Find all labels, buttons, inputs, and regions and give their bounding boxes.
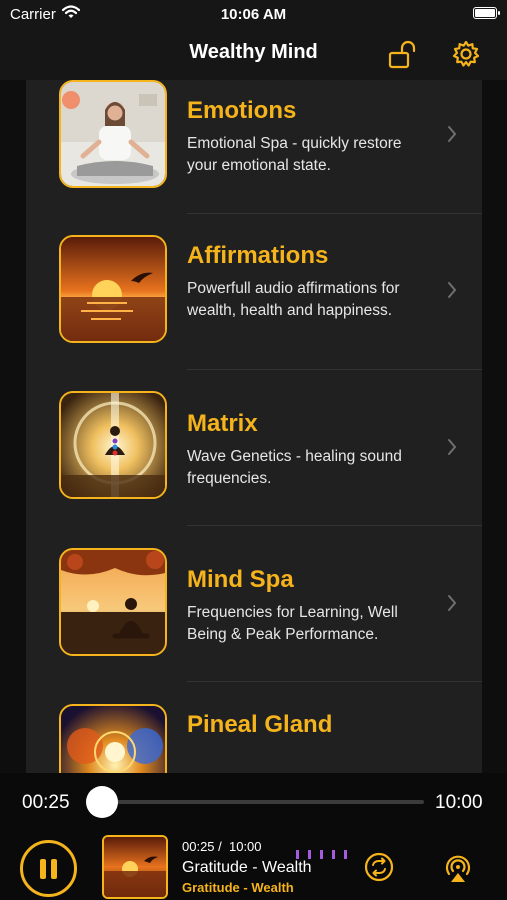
chevron-right-icon [448,126,457,142]
pause-button[interactable] [20,840,77,897]
pineal-gland-thumbnail [59,704,167,773]
mind-spa-thumbnail [59,548,167,656]
gear-icon[interactable] [450,38,482,70]
chevron-right-icon [448,595,457,611]
status-bar: Carrier 10:06 AM [0,0,507,30]
elapsed-time: 00:25 [22,792,70,813]
audio-player: 00:25 10:00 00:25 / 10:00 Gratitude - We… [0,773,507,900]
item-title: Emotions [187,97,297,124]
item-description: Frequencies for Learning, Well Being & P… [187,604,398,643]
item-description: Wave Genetics - healing sound frequencie… [187,448,402,487]
item-title: Mind Spa [187,566,294,593]
pause-icon [40,859,46,879]
total-time: 10:00 [435,792,483,813]
list-item-pineal-gland[interactable]: Pineal Gland [26,682,482,773]
list-item-matrix[interactable]: Matrix Wave Genetics - healing sound fre… [26,370,482,526]
navigation-bar: Wealthy Mind [0,30,507,80]
affirmations-thumbnail [59,235,167,343]
list-item-emotions[interactable]: Emotions Emotional Spa - quickly restore… [26,80,482,214]
category-list[interactable]: Emotions Emotional Spa - quickly restore… [26,80,482,773]
now-playing-title: Gratitude - Wealth [182,859,312,876]
item-title: Pineal Gland [187,711,333,738]
item-description: Powerfull audio affirmations for wealth,… [187,280,400,319]
matrix-thumbnail [59,391,167,499]
list-item-affirmations[interactable]: Affirmations Powerfull audio affirmation… [26,214,482,370]
status-time: 10:06 AM [220,6,287,23]
chevron-right-icon [448,439,457,455]
item-description: Emotional Spa - quickly restore your emo… [187,135,402,174]
now-playing-time: 00:25 / 10:00 [182,839,262,854]
progress-track[interactable] [88,800,424,804]
chevron-right-icon [448,282,457,298]
pause-icon-bar [51,859,57,879]
item-title: Affirmations [187,242,329,269]
item-title: Matrix [187,410,258,437]
now-playing-artwork[interactable] [102,835,168,899]
list-item-mind-spa[interactable]: Mind Spa Frequencies for Learning, Well … [26,526,482,682]
progress-slider-thumb[interactable] [86,786,119,818]
now-playing-subtitle: Gratitude - Wealth [182,880,294,895]
page-title: Wealthy Mind [189,41,318,63]
airplay-icon[interactable] [442,852,474,884]
battery-icon [473,7,500,19]
repeat-icon[interactable] [364,852,394,882]
unlock-icon[interactable] [388,40,418,70]
emotions-thumbnail [59,80,167,188]
